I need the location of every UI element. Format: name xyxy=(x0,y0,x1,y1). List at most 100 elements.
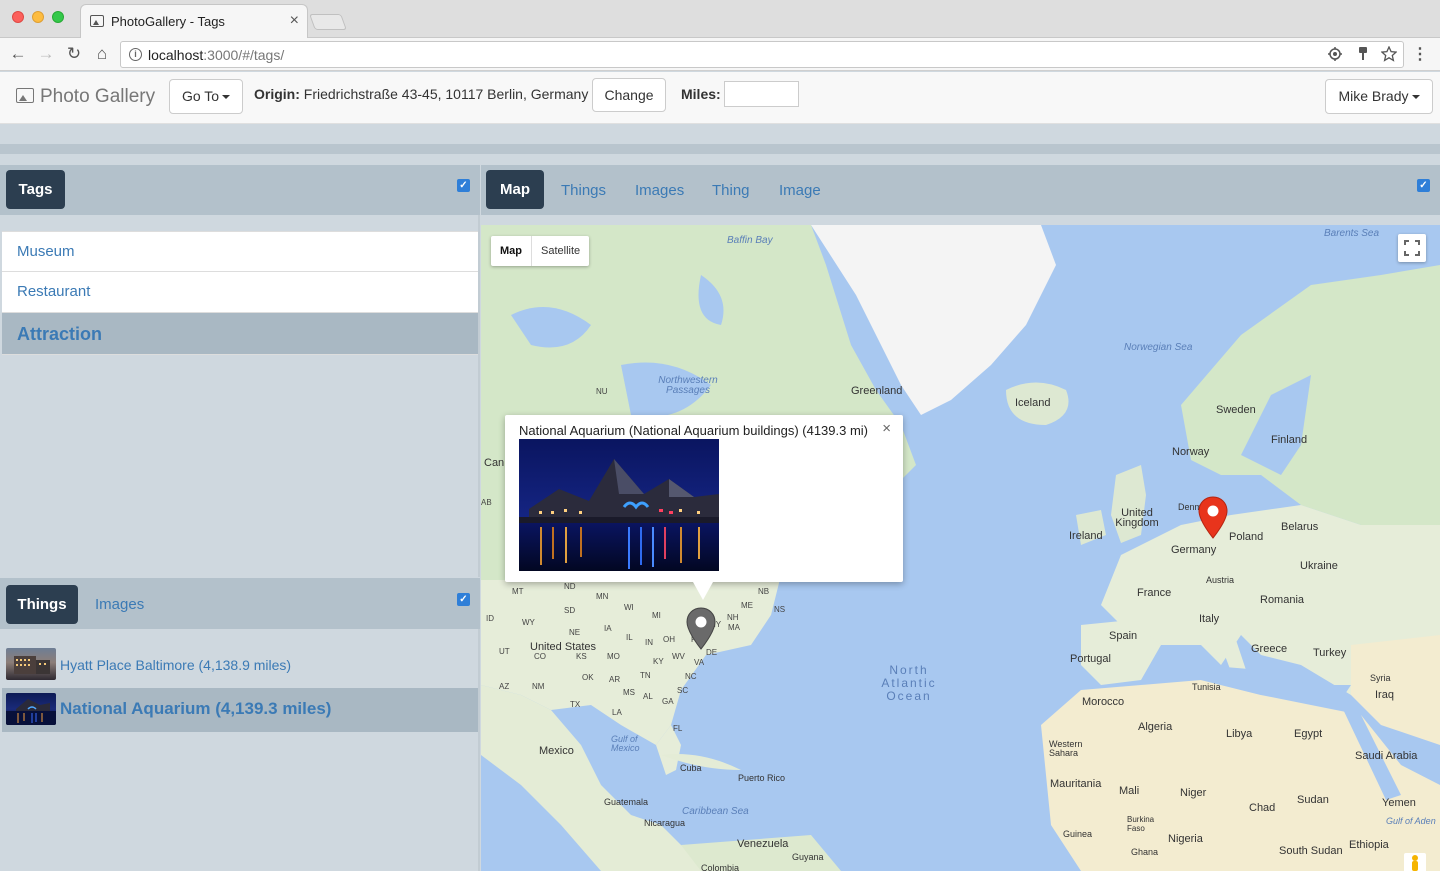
infowindow-close-icon[interactable]: × xyxy=(882,420,891,437)
infowindow-title: National Aquarium (National Aquarium bui… xyxy=(519,423,869,438)
url-text: localhost:3000/#/tags/ xyxy=(148,47,284,63)
goto-dropdown-button[interactable]: Go To xyxy=(169,79,243,114)
tags-checkbox-icon[interactable]: ✓ xyxy=(457,179,470,192)
tag-item-attraction[interactable]: Attraction xyxy=(2,313,478,355)
user-label: Mike Brady xyxy=(1338,88,1409,104)
map-label-western-sahara: Western Sahara xyxy=(1049,739,1083,758)
reload-icon[interactable]: ↻ xyxy=(64,44,84,64)
thing-label-aquarium[interactable]: National Aquarium (4,139.3 miles) xyxy=(60,699,331,719)
map-label-nigeria: Nigeria xyxy=(1168,833,1203,845)
main-checkbox-icon[interactable]: ✓ xyxy=(1417,179,1430,192)
forward-icon[interactable]: → xyxy=(36,44,56,64)
tab-images[interactable]: Images xyxy=(95,596,144,613)
map-label-state: AL xyxy=(643,692,653,701)
map-label-state: WV xyxy=(672,652,685,661)
home-icon[interactable]: ⌂ xyxy=(92,44,112,64)
map-label-mauritania: Mauritania xyxy=(1050,778,1102,790)
results-panel-header: Things Images ✓ xyxy=(0,578,480,629)
map-label-state: GA xyxy=(662,697,674,706)
miles-input[interactable] xyxy=(724,81,799,107)
picture-icon xyxy=(16,88,34,103)
map-label-state: ND xyxy=(564,582,576,591)
map-label-ab: AB xyxy=(481,498,492,507)
brand-label: Photo Gallery xyxy=(40,86,156,107)
list-item[interactable]: National Aquarium (4,139.3 miles) xyxy=(2,688,478,732)
list-item[interactable]: Hyatt Place Baltimore (4,138.9 miles) xyxy=(2,644,478,688)
browser-tab[interactable]: PhotoGallery - Tags × xyxy=(80,4,308,39)
map-label-niger: Niger xyxy=(1180,787,1207,799)
results-checkbox-icon[interactable]: ✓ xyxy=(457,593,470,606)
map-marker-icon[interactable] xyxy=(686,607,716,651)
tab-close-icon[interactable]: × xyxy=(290,12,299,30)
map-label-state: NH xyxy=(727,613,739,622)
map-label-state: MO xyxy=(607,652,620,661)
back-icon[interactable]: ← xyxy=(8,44,28,64)
map-label-state: NS xyxy=(774,605,786,614)
map-label-finland: Finland xyxy=(1271,434,1308,446)
map-label-spain: Spain xyxy=(1109,630,1138,642)
map-label-northwestern-passages: Northwestern Passages xyxy=(658,375,718,396)
key-icon[interactable] xyxy=(1355,46,1371,62)
pegman-icon[interactable] xyxy=(1404,853,1426,871)
goto-label: Go To xyxy=(181,88,220,104)
tag-item-restaurant[interactable]: Restaurant xyxy=(2,272,478,313)
fullscreen-icon xyxy=(1404,240,1420,256)
map-label-guatemala: Guatemala xyxy=(604,797,649,807)
user-menu-button[interactable]: Mike Brady xyxy=(1325,79,1433,114)
map-label-morocco: Morocco xyxy=(1082,696,1125,708)
tab-things[interactable]: Things xyxy=(6,585,78,624)
aquarium-thumbnail xyxy=(6,693,56,725)
map-label-state: KY xyxy=(653,657,664,666)
tab-image[interactable]: Image xyxy=(779,182,821,199)
thing-label-hyatt[interactable]: Hyatt Place Baltimore (4,138.9 miles) xyxy=(60,657,291,673)
map-label-state: TX xyxy=(570,700,581,709)
map-label-turkey: Turkey xyxy=(1313,647,1347,659)
address-bar[interactable]: i localhost:3000/#/tags/ xyxy=(120,41,1404,68)
map-label-italy: Italy xyxy=(1199,613,1220,625)
map-label-sudan: Sudan xyxy=(1297,794,1329,806)
window-close-button[interactable] xyxy=(12,11,24,23)
aquarium-photo xyxy=(6,699,56,725)
map-label-state: TN xyxy=(640,671,651,680)
map-marker-icon[interactable] xyxy=(1198,496,1228,540)
location-icon[interactable] xyxy=(1327,46,1343,62)
map-label-state: ID xyxy=(486,614,494,623)
tab-tags[interactable]: Tags xyxy=(6,170,65,209)
map-label-state: NM xyxy=(532,682,545,691)
map-label-state: IN xyxy=(645,638,653,647)
map-label-state: AR xyxy=(609,675,621,684)
tab-map[interactable]: Map xyxy=(486,170,544,209)
map-label-state: VA xyxy=(694,658,705,667)
star-icon[interactable] xyxy=(1381,46,1397,62)
new-tab-button[interactable] xyxy=(309,14,347,30)
map-label-ethiopia: Ethiopia xyxy=(1349,839,1389,851)
map-label-state: OK xyxy=(582,673,594,682)
map-label-state: KS xyxy=(576,652,587,661)
tag-item-museum[interactable]: Museum xyxy=(2,231,478,272)
map-label-state: NB xyxy=(758,587,770,596)
map-type-satellite-button[interactable]: Satellite xyxy=(531,236,589,266)
browser-menu-icon[interactable]: ⋮ xyxy=(1412,44,1428,64)
map-label-state: AZ xyxy=(499,682,510,691)
window-minimize-button[interactable] xyxy=(32,11,44,23)
map-label-ireland: Ireland xyxy=(1069,530,1103,542)
map-label-state: CO xyxy=(534,652,546,661)
map-label-canada: Can xyxy=(484,457,505,469)
map-label-state: MS xyxy=(623,688,635,697)
browser-titlebar: PhotoGallery - Tags × xyxy=(0,0,1440,39)
change-origin-button[interactable]: Change xyxy=(592,78,666,112)
map-label-state: WI xyxy=(624,603,634,612)
origin-display: Origin: Friedrichstraße 43-45, 10117 Ber… xyxy=(254,86,588,102)
tab-images-main[interactable]: Images xyxy=(635,182,684,199)
map-label-mali: Mali xyxy=(1119,785,1140,797)
window-maximize-button[interactable] xyxy=(52,11,64,23)
infowindow-image[interactable] xyxy=(519,439,719,571)
map-type-map-button[interactable]: Map xyxy=(491,236,531,266)
map-infowindow: National Aquarium (National Aquarium bui… xyxy=(505,415,903,600)
tab-things-main[interactable]: Things xyxy=(561,182,606,199)
brand[interactable]: Photo Gallery xyxy=(16,86,155,108)
info-icon[interactable]: i xyxy=(129,48,142,61)
tab-thing[interactable]: Thing xyxy=(712,182,750,199)
map-label-state: NC xyxy=(685,672,697,681)
fullscreen-button[interactable] xyxy=(1398,234,1426,262)
